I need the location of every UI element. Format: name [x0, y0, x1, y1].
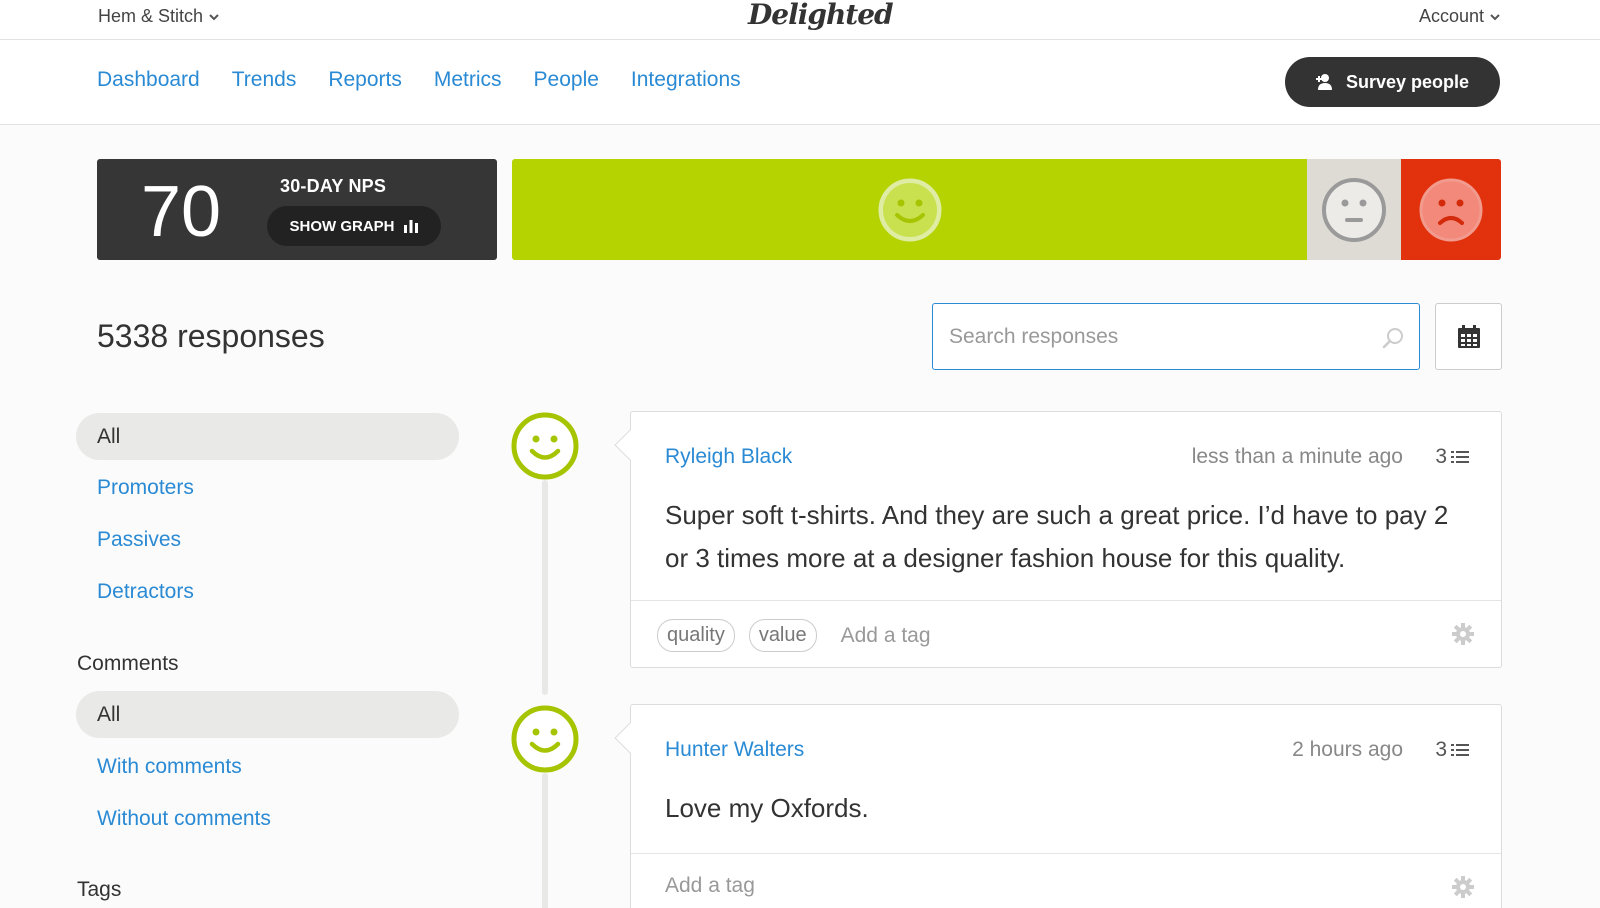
gear-icon[interactable] [1452, 623, 1474, 645]
card-pointer [614, 429, 646, 461]
timeline-line [542, 480, 548, 695]
sad-face-icon [1419, 178, 1483, 241]
tag-list: quality value Add a tag [657, 619, 931, 652]
responses-count: 5338 responses [97, 318, 325, 354]
nav-reports[interactable]: Reports [328, 68, 402, 92]
nav-integrations[interactable]: Integrations [631, 68, 741, 92]
add-tag-input[interactable]: Add a tag [665, 874, 755, 898]
show-graph-button[interactable]: SHOW GRAPH [267, 206, 441, 246]
bar-chart-icon [403, 220, 418, 233]
filter-detractors[interactable]: Detractors [76, 568, 459, 615]
chevron-down-icon [1490, 13, 1500, 20]
nav-trends[interactable]: Trends [232, 68, 297, 92]
account-menu[interactable]: Account [1419, 6, 1500, 27]
tag-value[interactable]: value [748, 619, 817, 652]
filter-all[interactable]: All [76, 413, 459, 460]
happy-face-icon [878, 178, 941, 241]
score-button[interactable]: 3 [1435, 738, 1469, 762]
account-label: Account [1418, 6, 1484, 26]
detractors-segment[interactable] [1401, 159, 1501, 260]
add-person-icon [1315, 74, 1332, 90]
nps-label: 30-DAY NPS [280, 176, 387, 196]
chevron-down-icon [209, 13, 219, 20]
with-comments[interactable]: With comments [76, 743, 459, 790]
filter-passives[interactable]: Passives [76, 516, 459, 563]
happy-face-icon [511, 412, 579, 480]
respondent-name[interactable]: Ryleigh Black [665, 445, 792, 469]
card-footer: Add a tag [631, 853, 1501, 908]
add-tag-input[interactable]: Add a tag [841, 624, 931, 648]
nav-metrics[interactable]: Metrics [434, 68, 502, 92]
calendar-icon [1457, 324, 1480, 348]
response-time: 2 hours ago [1292, 738, 1403, 761]
happy-face-icon [511, 705, 579, 773]
nps-distribution-bar [512, 159, 1501, 260]
survey-people-button[interactable]: Survey people [1285, 57, 1500, 107]
comments-heading: Comments [77, 652, 179, 675]
passives-segment[interactable] [1307, 159, 1401, 260]
gear-icon[interactable] [1452, 876, 1474, 898]
timeline-line [542, 773, 548, 908]
response-comment: Super soft t-shirts. And they are such a… [665, 500, 1449, 573]
promoters-segment[interactable] [512, 159, 1307, 260]
company-switcher[interactable]: Hem & Stitch [98, 6, 219, 27]
date-filter-button[interactable] [1435, 303, 1502, 370]
without-comments[interactable]: Without comments [76, 795, 459, 842]
nav-people[interactable]: People [534, 68, 599, 92]
nps-summary: 70 30-DAY NPS SHOW GRAPH [97, 159, 497, 260]
score-value: 3 [1435, 738, 1447, 761]
filter-promoters[interactable]: Promoters [76, 464, 459, 511]
card-footer: quality value Add a tag [631, 600, 1501, 668]
search-icon[interactable] [1381, 326, 1405, 350]
response-comment: Love my Oxfords. [665, 793, 869, 823]
survey-people-label: Survey people [1345, 71, 1470, 92]
card-pointer [614, 722, 646, 754]
top-bar: Hem & Stitch Delighted Account [0, 0, 1600, 40]
response-card: Hunter Walters 2 hours ago 3 Love my Oxf… [614, 704, 1502, 908]
respondent-name[interactable]: Hunter Walters [665, 738, 804, 762]
tags-heading: Tags [77, 878, 122, 901]
response-time: less than a minute ago [1191, 445, 1403, 468]
search-box [932, 303, 1420, 370]
tag-list: Add a tag [665, 874, 755, 898]
nav-dashboard[interactable]: Dashboard [97, 68, 200, 92]
neutral-face-icon [1322, 177, 1386, 242]
company-name: Hem & Stitch [98, 6, 204, 26]
nps-score: 70 [141, 172, 222, 252]
show-graph-label: SHOW GRAPH [289, 217, 395, 235]
score-value: 3 [1435, 445, 1447, 468]
nav-links: Dashboard Trends Reports Metrics People … [97, 68, 741, 92]
main-nav: Dashboard Trends Reports Metrics People … [0, 40, 1600, 125]
response-card: Ryleigh Black less than a minute ago 3 S… [614, 411, 1502, 668]
score-button[interactable]: 3 [1435, 445, 1469, 469]
tag-quality[interactable]: quality [657, 619, 735, 652]
list-icon [1451, 451, 1469, 463]
list-icon [1451, 744, 1469, 756]
search-input[interactable] [949, 322, 1369, 352]
delighted-logo[interactable]: Delighted [748, 0, 894, 31]
comments-all[interactable]: All [76, 691, 459, 738]
